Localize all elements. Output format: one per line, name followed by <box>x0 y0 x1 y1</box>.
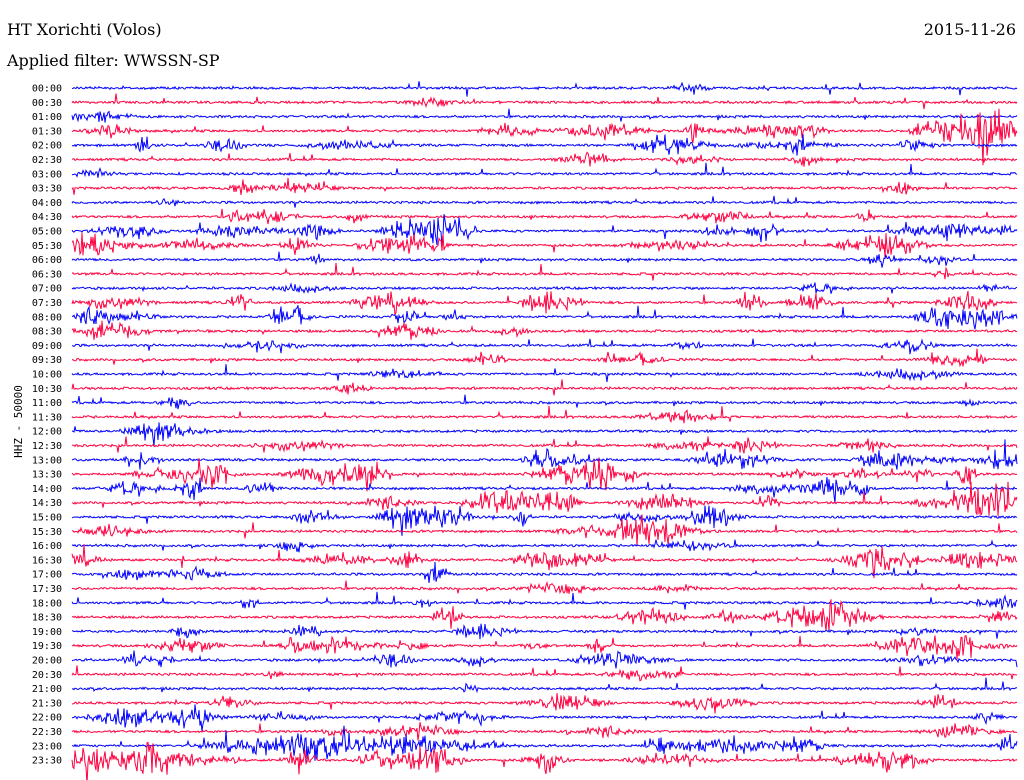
trace-1530 <box>71 514 1018 547</box>
trace-1430 <box>71 481 1018 516</box>
trace-2200 <box>71 704 1018 732</box>
trace-1600 <box>71 539 1018 553</box>
time-label: 09:00 <box>32 341 62 352</box>
time-label: 15:30 <box>32 527 62 538</box>
time-label: 03:00 <box>32 169 62 180</box>
time-label: 20:00 <box>32 656 62 667</box>
trace-1130 <box>71 405 1018 424</box>
trace-0000 <box>71 81 1018 97</box>
trace-1630 <box>71 544 1018 579</box>
time-label: 23:30 <box>32 756 62 767</box>
time-label: 18:00 <box>32 598 62 609</box>
time-label: 05:00 <box>32 227 62 238</box>
trace-0100 <box>71 108 1018 123</box>
time-label: 14:30 <box>32 498 62 509</box>
trace-1200 <box>71 422 1018 447</box>
trace-0030 <box>71 93 1018 110</box>
trace-2100 <box>71 677 1018 694</box>
time-label: 22:00 <box>32 713 62 724</box>
time-label: 08:30 <box>32 327 62 338</box>
time-label: 16:30 <box>32 555 62 566</box>
time-label: 04:30 <box>32 212 62 223</box>
trace-0230 <box>71 151 1018 167</box>
trace-1300 <box>71 439 1018 470</box>
time-label: 00:00 <box>32 84 62 95</box>
trace-0700 <box>71 282 1018 294</box>
time-label: 07:00 <box>32 284 62 295</box>
trace-2230 <box>71 722 1018 741</box>
trace-0430 <box>71 208 1018 225</box>
trace-0200 <box>71 134 1018 156</box>
time-label: 03:30 <box>32 184 62 195</box>
time-label: 16:00 <box>32 541 62 552</box>
trace-2130 <box>71 693 1018 714</box>
time-label: 02:30 <box>32 155 62 166</box>
time-label: 08:00 <box>32 312 62 323</box>
trace-0330 <box>71 178 1018 195</box>
time-label: 20:30 <box>32 670 62 681</box>
time-label: 11:00 <box>32 398 62 409</box>
helicorder: HT Xorichti (Volos) 2015-11-26 Applied f… <box>0 0 1024 780</box>
trace-0300 <box>71 162 1018 178</box>
trace-0930 <box>71 348 1017 368</box>
time-label: 04:00 <box>32 198 62 209</box>
time-label: 10:30 <box>32 384 62 395</box>
time-label: 19:00 <box>32 627 62 638</box>
time-label: 13:00 <box>32 455 62 466</box>
trace-2000 <box>71 650 1018 669</box>
time-label: 22:30 <box>32 727 62 738</box>
time-label: 21:00 <box>32 684 62 695</box>
trace-1900 <box>71 623 1018 640</box>
trace-2030 <box>71 665 1017 682</box>
trace-1830 <box>71 599 1018 632</box>
time-label: 09:30 <box>32 355 62 366</box>
trace-1100 <box>71 394 1018 410</box>
time-label: 10:00 <box>32 370 62 381</box>
time-label: 02:00 <box>32 141 62 152</box>
time-label: 05:30 <box>32 241 62 252</box>
trace-2330 <box>71 741 1018 780</box>
time-label: 12:30 <box>32 441 62 452</box>
trace-0900 <box>72 338 1018 355</box>
trace-1730 <box>71 580 1018 595</box>
trace-1000 <box>71 364 1018 383</box>
time-label: 15:00 <box>32 513 62 524</box>
time-label: 12:00 <box>32 427 62 438</box>
time-label: 01:30 <box>32 126 62 137</box>
time-label: 06:30 <box>32 269 62 280</box>
time-label: 06:00 <box>32 255 62 266</box>
trace-1330 <box>71 457 1018 492</box>
time-label: 01:00 <box>32 112 62 123</box>
trace-1800 <box>71 591 1018 610</box>
trace-0800 <box>71 305 1018 330</box>
time-label: 19:30 <box>32 641 62 652</box>
trace-0530 <box>71 232 1018 258</box>
trace-1930 <box>71 635 1018 660</box>
trace-0630 <box>71 262 1018 281</box>
time-label: 18:30 <box>32 613 62 624</box>
time-label: 07:30 <box>32 298 62 309</box>
time-label: 17:00 <box>32 570 62 581</box>
trace-1030 <box>71 379 1018 396</box>
trace-0400 <box>71 195 1018 208</box>
time-label: 11:30 <box>32 412 62 423</box>
trace-0830 <box>71 320 1018 340</box>
time-label: 14:00 <box>32 484 62 495</box>
time-label: 23:00 <box>32 741 62 752</box>
trace-1230 <box>71 436 1018 454</box>
trace-0600 <box>71 251 1018 268</box>
time-label: 00:30 <box>32 98 62 109</box>
seismogram-plot: 00:00 00:30 01:00 01:30 02:00 02:30 03:00 03:30… <box>32 81 1018 780</box>
time-label: 13:30 <box>32 470 62 481</box>
trace-0730 <box>71 290 1017 317</box>
time-label: 17:30 <box>32 584 62 595</box>
time-label: 21:30 <box>32 698 62 709</box>
